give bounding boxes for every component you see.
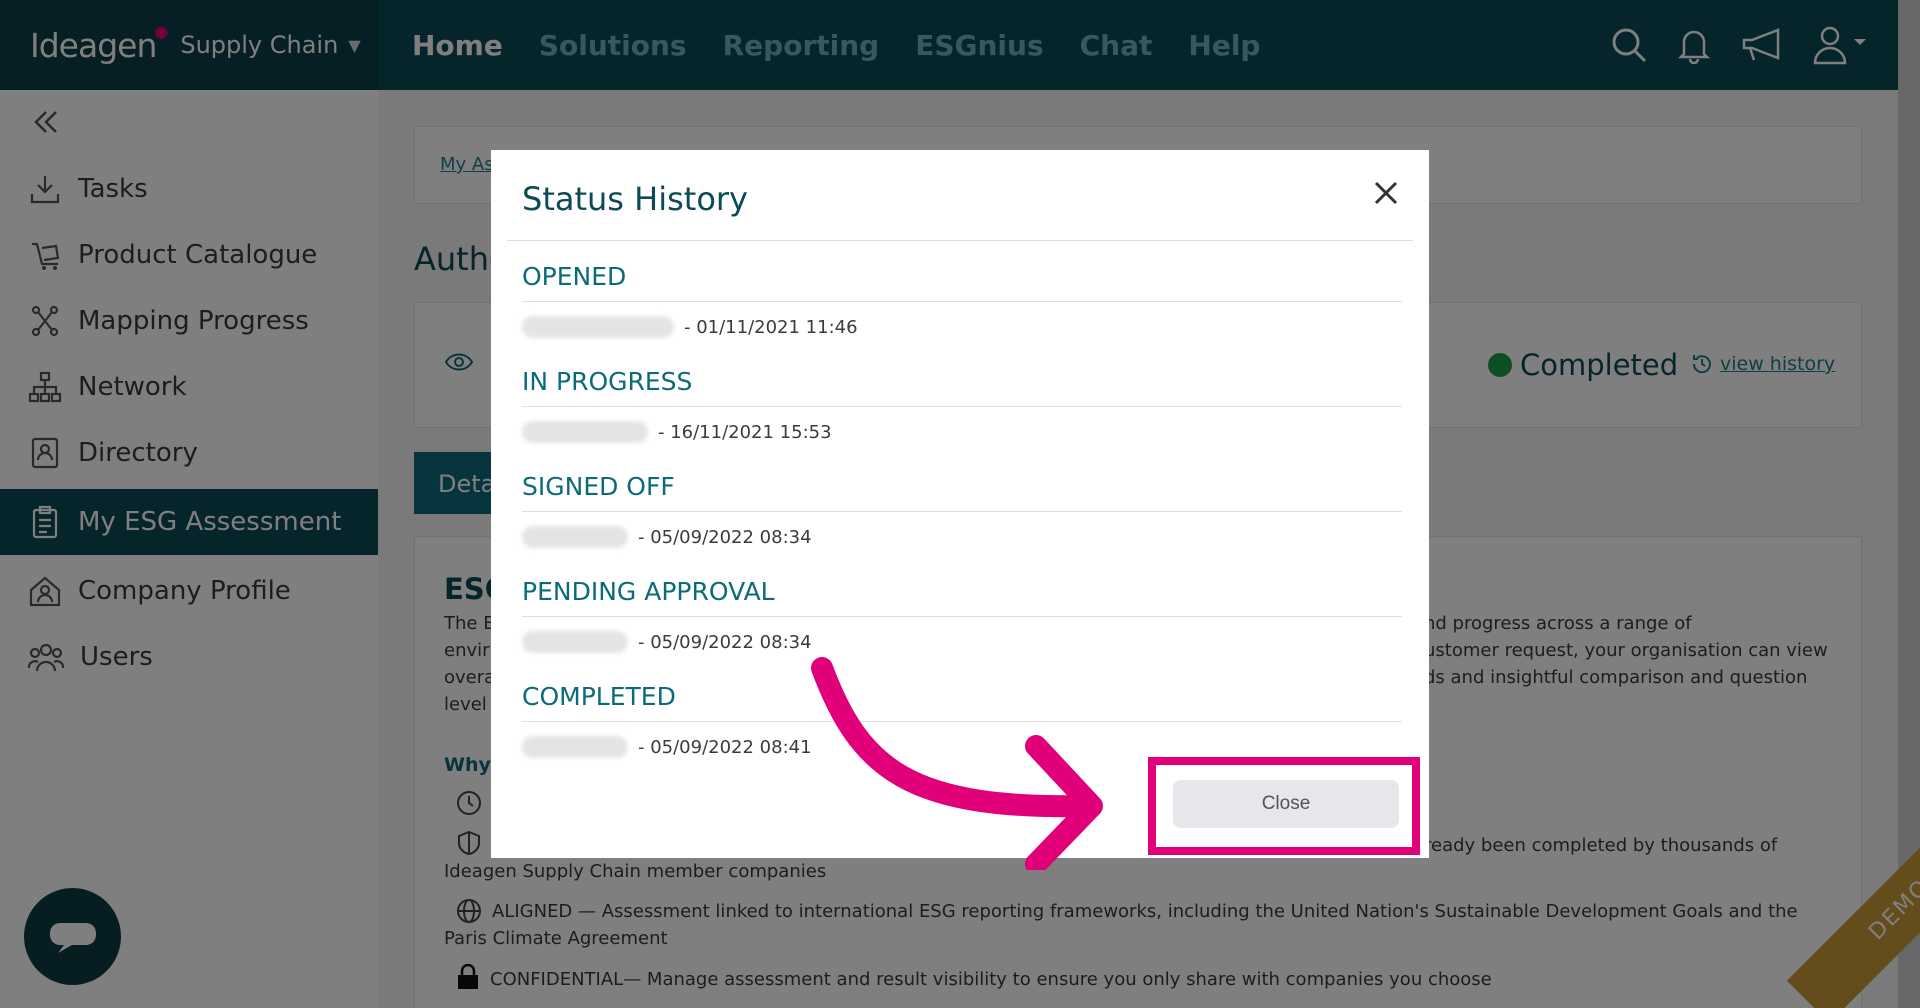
history-entry: PENDING APPROVAL - 05/09/2022 08:34 (522, 577, 1402, 659)
history-status: PENDING APPROVAL (522, 577, 1402, 617)
history-timestamp: - 01/11/2021 11:46 (684, 316, 858, 338)
history-entry: SIGNED OFF - 05/09/2022 08:34 (522, 472, 1402, 554)
history-timestamp: - 05/09/2022 08:34 (638, 631, 812, 653)
redacted-user (522, 421, 648, 443)
history-status: SIGNED OFF (522, 472, 1402, 512)
history-timestamp: - 05/09/2022 08:41 (638, 736, 812, 758)
history-entry: OPENED - 01/11/2021 11:46 (522, 262, 1402, 344)
tutorial-arrow (811, 657, 1103, 870)
history-timestamp: - 05/09/2022 08:34 (638, 526, 812, 548)
redacted-user (522, 316, 674, 338)
redacted-user (522, 526, 628, 548)
close-icon[interactable] (1371, 178, 1401, 208)
redacted-user (522, 736, 628, 758)
history-status: OPENED (522, 262, 1402, 302)
modal-title: Status History (522, 180, 748, 218)
history-entry: IN PROGRESS - 16/11/2021 15:53 (522, 367, 1402, 449)
divider (507, 240, 1413, 241)
tutorial-highlight-box (1148, 757, 1420, 855)
redacted-user (522, 631, 628, 653)
history-timestamp: - 16/11/2021 15:53 (658, 421, 832, 443)
history-status: IN PROGRESS (522, 367, 1402, 407)
